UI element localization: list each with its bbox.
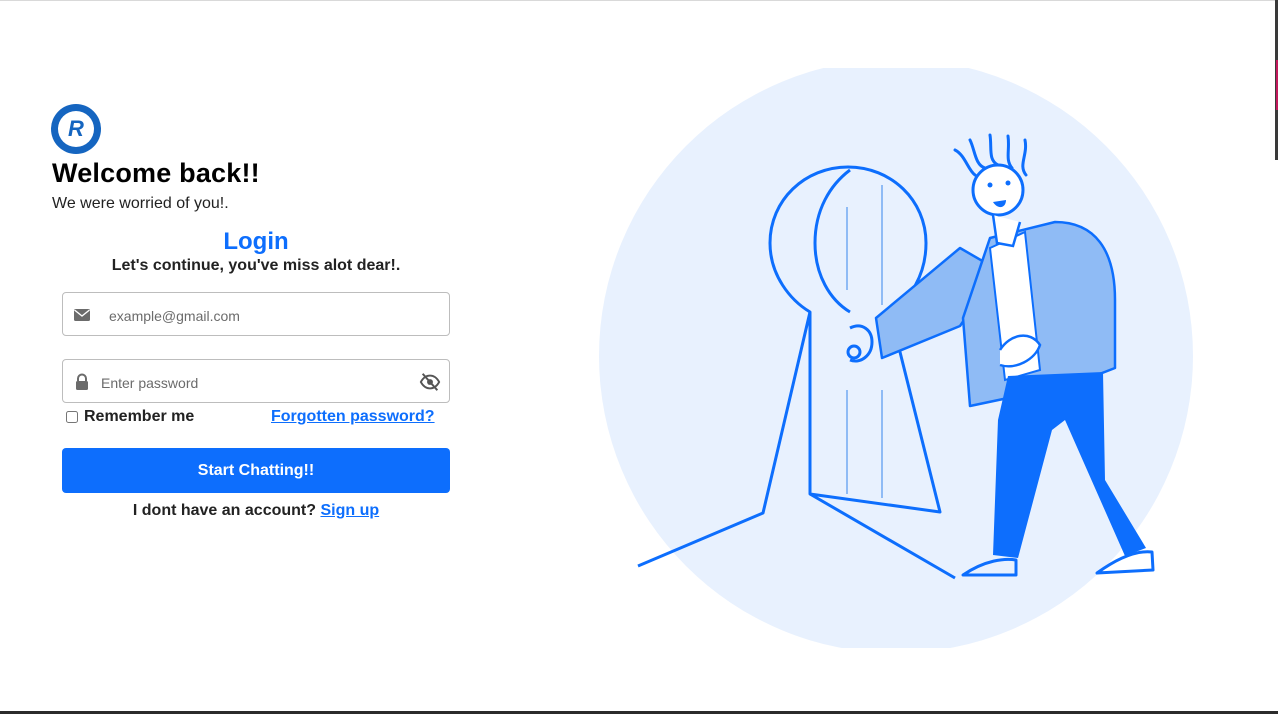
start-chatting-button[interactable]: Start Chatting!! (62, 448, 450, 493)
lock-icon (76, 373, 88, 390)
page-title: Welcome back!! (52, 158, 260, 188)
envelope-icon (74, 309, 90, 321)
signup-link[interactable]: Sign up (320, 502, 379, 519)
email-field[interactable] (62, 292, 450, 336)
remember-label: Remember me (84, 408, 195, 425)
password-input[interactable] (99, 372, 403, 394)
login-heading: Login (223, 228, 289, 255)
top-divider (0, 0, 1278, 1)
email-input[interactable] (107, 305, 411, 327)
remember-checkbox[interactable] (66, 411, 78, 423)
eye-slash-icon[interactable] (419, 371, 441, 393)
signup-row: I dont have an account? Sign up (62, 502, 450, 520)
signup-prompt: I dont have an account? (132, 502, 317, 519)
logo-letter: R (58, 111, 94, 147)
person-head (971, 163, 1025, 217)
remember-me[interactable]: Remember me (66, 408, 194, 426)
keyhole-illustration (599, 68, 1193, 648)
login-subheading: Let's continue, you've miss alot dear!. (111, 257, 401, 274)
password-field[interactable] (62, 359, 450, 403)
app-logo: R (51, 104, 101, 154)
forgot-password-link[interactable]: Forgotten password? (271, 408, 435, 426)
page-subtitle: We were worried of you!. (52, 195, 229, 212)
